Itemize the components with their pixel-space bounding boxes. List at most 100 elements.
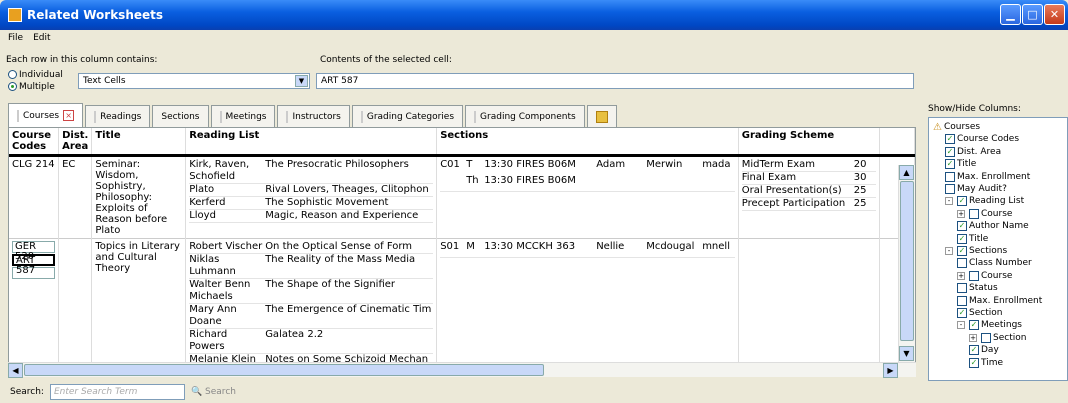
cell-dist-area[interactable]: EC bbox=[58, 155, 93, 239]
tree-node[interactable]: + Course bbox=[957, 208, 1012, 220]
grading-entry[interactable]: Final Exam 30 bbox=[741, 172, 876, 185]
expand-icon[interactable]: + bbox=[957, 271, 965, 280]
row-type-select[interactable]: Text Cells ▼ bbox=[78, 73, 310, 89]
tab-sections[interactable]: Sections bbox=[152, 105, 209, 127]
checkbox[interactable]: ✓ bbox=[957, 196, 967, 207]
col-title[interactable]: Title bbox=[91, 128, 187, 156]
checkbox[interactable] bbox=[981, 332, 991, 343]
cell-reading-list[interactable]: Kirk, Raven, Schofield The Presocratic Ph… bbox=[185, 155, 438, 239]
radio-individual[interactable]: Individual bbox=[8, 70, 63, 80]
close-button[interactable]: ✕ bbox=[1044, 4, 1065, 25]
checkbox[interactable] bbox=[957, 295, 967, 306]
tree-node[interactable]: Max. Enrollment bbox=[957, 295, 1042, 307]
search-button[interactable]: 🔍 Search bbox=[191, 387, 236, 397]
scroll-left-icon[interactable]: ◀ bbox=[8, 363, 23, 378]
reading-entry[interactable]: Richard Powers Galatea 2.2 bbox=[189, 329, 434, 354]
cell-grading-scheme[interactable] bbox=[738, 238, 880, 370]
scroll-down-icon[interactable]: ▼ bbox=[899, 346, 914, 361]
cell-title[interactable]: Seminar: Wisdom, Sophistry, Philosophy: … bbox=[91, 155, 187, 239]
grading-entry[interactable]: Oral Presentation(s) 25 bbox=[741, 185, 876, 198]
tab-meetings[interactable]: Meetings bbox=[210, 105, 276, 127]
tree-node[interactable]: Status bbox=[957, 282, 998, 294]
reading-entry[interactable]: Kerferd The Sophistic Movement bbox=[189, 197, 434, 210]
tree-node[interactable]: ✓ Dist. Area bbox=[945, 146, 1001, 158]
checkbox[interactable] bbox=[945, 171, 955, 182]
checkbox[interactable]: ✓ bbox=[969, 345, 979, 356]
tree-node[interactable]: - ✓ Sections bbox=[945, 245, 1007, 257]
col-grading-scheme[interactable]: Grading Scheme bbox=[738, 128, 880, 156]
cell-sections[interactable]: S01 M 13:30 MCCKH 363 Nellie Mcdougal mnell bbox=[436, 238, 739, 370]
collapse-icon[interactable]: - bbox=[957, 321, 965, 330]
tree-node[interactable]: Class Number bbox=[957, 257, 1032, 269]
reading-entry[interactable]: Robert Vischer On the Optical Sense of Fo… bbox=[189, 241, 434, 254]
tree-node[interactable]: ✓ Author Name bbox=[957, 220, 1029, 232]
checkbox[interactable]: ✓ bbox=[957, 246, 967, 256]
grid-horizontal-scrollbar[interactable]: ◀ ▶ bbox=[8, 362, 916, 378]
checkbox[interactable] bbox=[969, 270, 979, 281]
checkbox[interactable]: ✓ bbox=[945, 146, 955, 157]
scroll-up-icon[interactable]: ▲ bbox=[899, 165, 914, 180]
cell-reading-list[interactable]: Robert Vischer On the Optical Sense of Fo… bbox=[185, 238, 438, 370]
tree-node[interactable]: - ✓ Reading List bbox=[945, 195, 1024, 207]
section-entry[interactable]: C01 T 13:30 FIRES B06M Th 13:30 FIRES B06M Adam… bbox=[440, 159, 735, 192]
expand-icon[interactable]: + bbox=[969, 333, 977, 342]
tree-node[interactable]: - ✓ Meetings bbox=[957, 319, 1022, 331]
course-code-entry[interactable]: CLG 214 bbox=[12, 159, 55, 170]
col-reading-list[interactable]: Reading List bbox=[185, 128, 438, 156]
reading-entry[interactable]: Niklas Luhmann The Reality of the Mass Me… bbox=[189, 254, 434, 279]
checkbox[interactable] bbox=[957, 283, 967, 294]
minimize-button[interactable]: ▁ bbox=[1000, 4, 1021, 25]
checkbox[interactable] bbox=[957, 258, 967, 269]
tree-node[interactable]: ✓ Time bbox=[969, 357, 1003, 369]
tree-node[interactable]: ✓ Day bbox=[969, 344, 999, 356]
grading-entry[interactable]: Precept Participation 25 bbox=[741, 198, 876, 211]
cell-dist-area[interactable] bbox=[58, 238, 93, 370]
search-input[interactable]: Enter Search Term bbox=[49, 384, 185, 400]
cell-title[interactable]: Topics in Literary and Cultural Theory bbox=[91, 238, 187, 370]
menu-edit[interactable]: Edit bbox=[33, 33, 50, 43]
col-dist-area[interactable]: Dist. Area bbox=[58, 128, 93, 156]
collapse-icon[interactable]: - bbox=[945, 197, 953, 206]
add-tab-button[interactable] bbox=[586, 105, 617, 127]
cell-course-codes[interactable]: GER 520ART 587 bbox=[9, 238, 60, 370]
reading-entry[interactable]: Mary Ann Doane The Emergence of Cinematic… bbox=[189, 304, 434, 329]
horizontal-scroll-thumb[interactable] bbox=[24, 364, 544, 376]
checkbox[interactable]: ✓ bbox=[957, 221, 967, 232]
tree-node[interactable]: + Section bbox=[969, 332, 1026, 344]
close-tab-icon[interactable]: × bbox=[63, 110, 75, 121]
col-course-codes[interactable]: Course Codes bbox=[9, 128, 60, 156]
checkbox[interactable]: ✓ bbox=[957, 308, 967, 318]
collapse-icon[interactable]: - bbox=[945, 247, 953, 255]
radio-multiple[interactable]: Multiple bbox=[8, 82, 55, 92]
checkbox[interactable]: ✓ bbox=[969, 320, 979, 331]
checkbox[interactable]: ✓ bbox=[957, 233, 967, 244]
tree-node[interactable]: ✓ Course Codes bbox=[945, 133, 1019, 145]
cell-grading-scheme[interactable]: MidTerm Exam 20 Final Exam 30 Oral Presentat… bbox=[738, 155, 880, 239]
maximize-button[interactable]: □ bbox=[1022, 4, 1043, 25]
reading-entry[interactable]: Walter Benn Michaels The Shape of the Sig… bbox=[189, 279, 434, 304]
tree-node[interactable]: May Audit? bbox=[945, 183, 1007, 195]
col-sections[interactable]: Sections bbox=[436, 128, 739, 156]
reading-entry[interactable]: Plato Rival Lovers, Theages, Clitophon bbox=[189, 184, 434, 197]
reading-entry[interactable]: Lloyd Magic, Reason and Experience bbox=[189, 210, 434, 223]
radio-individual-circle[interactable] bbox=[8, 70, 17, 79]
cell-course-codes[interactable]: CLG 214 bbox=[9, 155, 60, 239]
tree-node[interactable]: ✓ Section bbox=[957, 307, 1002, 319]
checkbox[interactable] bbox=[945, 184, 955, 194]
cell-sections[interactable]: C01 T 13:30 FIRES B06M Th 13:30 FIRES B06M Adam… bbox=[436, 155, 739, 239]
tree-node[interactable]: + Course bbox=[957, 270, 1012, 282]
expand-icon[interactable]: + bbox=[957, 209, 965, 218]
course-code-entry[interactable]: GER 520 bbox=[12, 241, 56, 262]
selected-cell-field[interactable]: ART 587 bbox=[316, 73, 914, 89]
radio-multiple-circle[interactable] bbox=[8, 82, 17, 91]
scroll-thumb[interactable] bbox=[900, 181, 914, 341]
tree-node[interactable]: ✓ Title bbox=[957, 233, 988, 245]
menu-file[interactable]: File bbox=[8, 33, 23, 43]
tree-node[interactable]: Max. Enrollment bbox=[945, 171, 1030, 183]
tab-grading-categories[interactable]: Grading Categories bbox=[351, 105, 464, 127]
section-entry[interactable]: S01 M 13:30 MCCKH 363 Nellie Mcdougal mnell bbox=[440, 241, 735, 258]
course-code-entry[interactable]: ART 587 bbox=[12, 254, 56, 276]
tab-instructors[interactable]: Instructors bbox=[277, 105, 350, 127]
checkbox[interactable] bbox=[969, 208, 979, 219]
grid-vertical-scrollbar[interactable]: ▲ ▼ bbox=[898, 165, 915, 377]
